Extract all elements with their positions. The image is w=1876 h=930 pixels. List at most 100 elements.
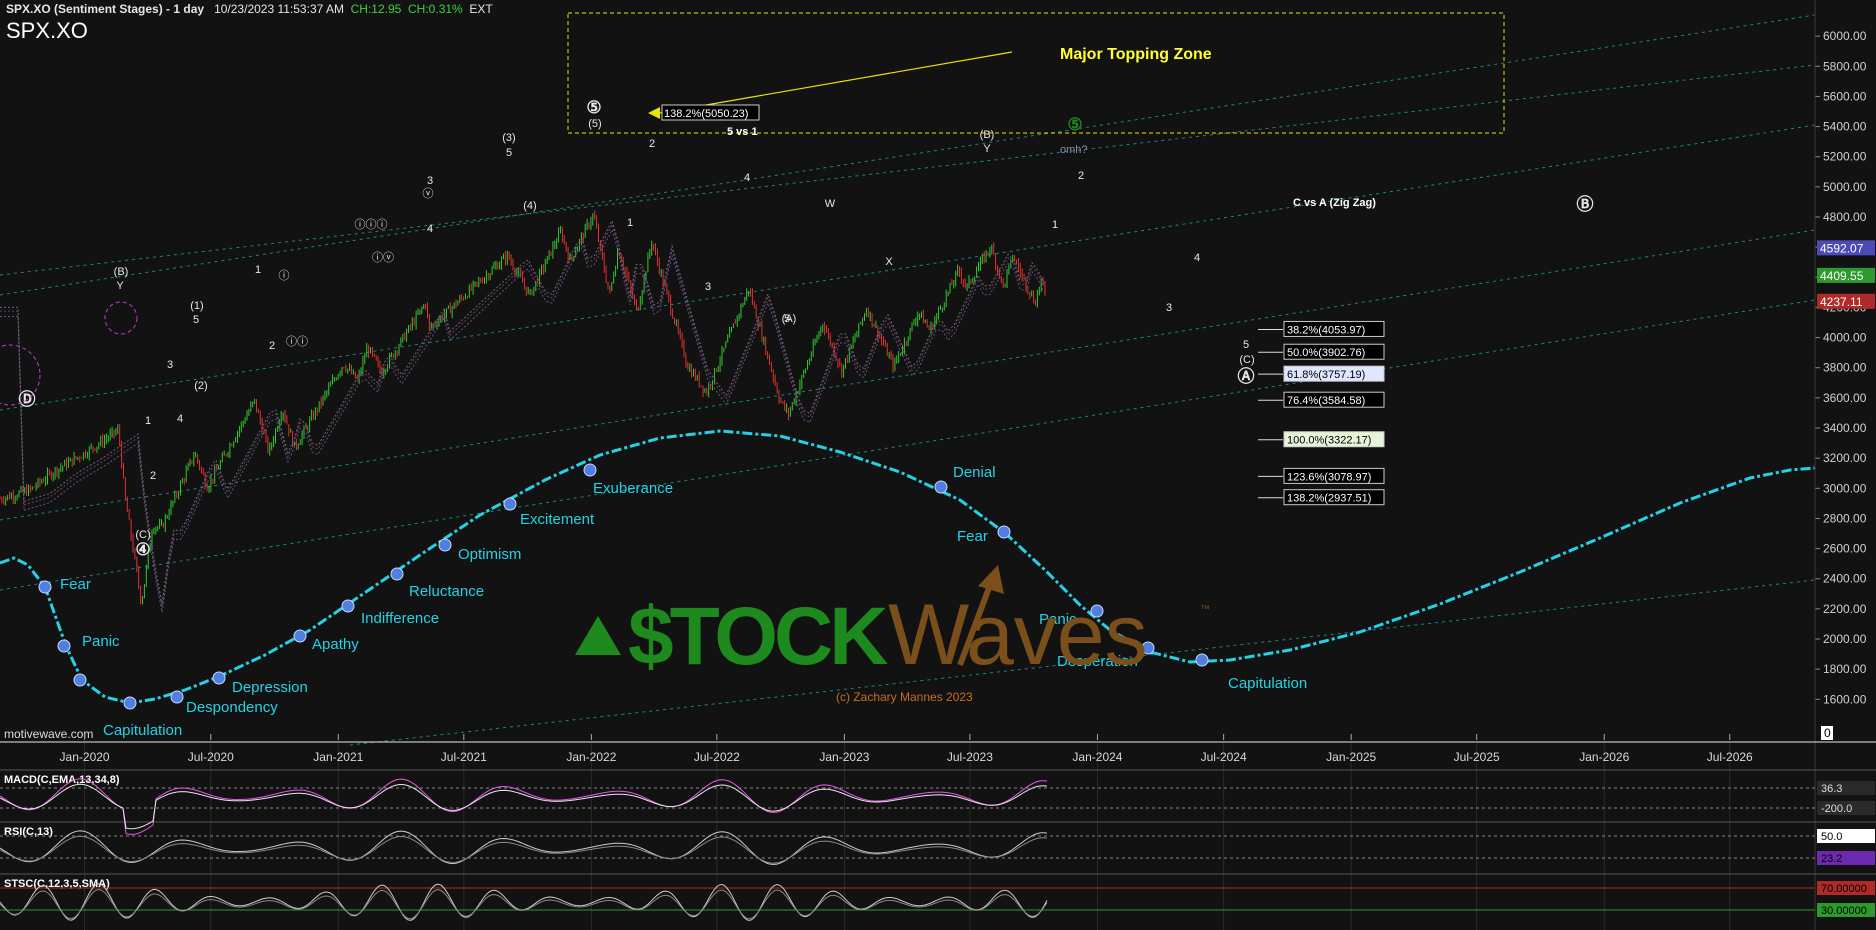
sentiment-label: Denial xyxy=(953,464,996,481)
y-tick-label: 2200.00 xyxy=(1823,602,1867,616)
wave-label: ⑤ xyxy=(586,98,601,117)
wave-label: Ⓓ xyxy=(19,389,36,409)
wave-label: 3 xyxy=(1166,302,1172,314)
wave-label: (1) xyxy=(190,300,203,312)
omh-label: omh? xyxy=(1060,144,1088,156)
sentiment-node xyxy=(390,567,404,581)
sentiment-node xyxy=(38,580,52,594)
sentiment-label: Excitement xyxy=(520,511,595,528)
wave-label: (B) xyxy=(980,129,995,141)
sentiment-label: Exuberance xyxy=(593,480,673,497)
wave-label: 4 xyxy=(427,223,433,235)
wave-label: 1 xyxy=(255,264,261,276)
wave-label: Ⓑ xyxy=(1577,194,1594,214)
wave-label: (4) xyxy=(523,200,536,212)
logo-triangle xyxy=(575,616,621,655)
y-tick-label: 2600.00 xyxy=(1823,542,1867,556)
wave-label: X xyxy=(885,256,893,268)
wave-label: Ⓐ xyxy=(1238,366,1255,386)
wave-label: 4 xyxy=(744,172,750,184)
indicator-value: 70.00000 xyxy=(1821,883,1867,895)
wave-label: (A) xyxy=(782,313,797,325)
target-line xyxy=(659,51,1013,114)
wave-label: (2) xyxy=(194,380,207,392)
y-tick-label: 2800.00 xyxy=(1823,511,1867,525)
y-tick-label: 5800.00 xyxy=(1823,59,1867,73)
logo-text-green: $TOCK xyxy=(628,591,888,682)
x-tick-label: Jan-2025 xyxy=(1326,750,1376,764)
x-tick-label: Jul-2022 xyxy=(694,750,740,764)
y-tick-label: 3400.00 xyxy=(1823,421,1867,435)
indicator-value: -200.0 xyxy=(1821,803,1852,815)
sentiment-label: Despondency xyxy=(186,699,278,716)
y-tick-label: 3000.00 xyxy=(1823,481,1867,495)
sentiment-node xyxy=(1195,653,1209,667)
sentiment-label: Capitulation xyxy=(103,722,182,739)
price-chart[interactable]: Major Topping Zone 138.2%(5050.23) 5 vs 1 o… xyxy=(0,0,1876,930)
indicator-panes: MACD(C,EMA,13,34,8)36.3-200.0RSI(C,13) 50… xyxy=(0,0,1876,930)
sentiment-label: Fear xyxy=(60,576,91,593)
indicator-name: MACD(C,EMA,13,34,8) xyxy=(4,774,120,786)
x-tick-label: Jan-2020 xyxy=(60,750,110,764)
date-axis[interactable]: Jan-2020 Jul-2020 Jan-2021 Jul-2021 Jan-2022… xyxy=(60,734,1754,930)
wave-label: 2 xyxy=(150,470,156,482)
sentiment-label: Capitulation xyxy=(1228,675,1307,692)
x-tick-label: Jul-2025 xyxy=(1454,750,1500,764)
sentiment-label: Apathy xyxy=(312,636,359,653)
wave-label: Y xyxy=(116,280,124,292)
y-tick-label: 1800.00 xyxy=(1823,662,1867,676)
x-tick-label: Jul-2024 xyxy=(1201,750,1247,764)
y-tick-label: 3600.00 xyxy=(1823,391,1867,405)
wave-label: 1 xyxy=(145,415,151,427)
sentiment-node xyxy=(341,599,355,613)
sentiment-label: Indifference xyxy=(361,610,439,627)
indicator-line xyxy=(0,778,1048,835)
fib-label: 61.8%(3757.19) xyxy=(1287,369,1365,381)
sentiment-label: Fear xyxy=(957,528,988,545)
fib-label: 50.0%(3902.76) xyxy=(1287,347,1365,359)
target-arrow xyxy=(648,107,660,119)
sentiment-node xyxy=(212,671,226,685)
moving-average xyxy=(0,228,1045,613)
fib-label: 123.6%(3078.97) xyxy=(1287,471,1371,483)
sentiment-node xyxy=(934,480,948,494)
sentiment-node xyxy=(503,497,517,511)
fib-levels: C vs A (Zig Zag) 38.2%(4053.97) 50.0%(3902… xyxy=(1258,197,1385,506)
fib-label: 76.4%(3584.58) xyxy=(1287,395,1365,407)
wave-label: 2 xyxy=(269,340,275,352)
x-tick-label: Jan-2026 xyxy=(1579,750,1629,764)
x-tick-label: Jul-2021 xyxy=(441,750,487,764)
y-tick-label: 3800.00 xyxy=(1823,361,1867,375)
fib-label: 138.2%(2937.51) xyxy=(1287,493,1371,505)
sentiment-cycle: FearPanicDesperationCapitulationDesponde… xyxy=(0,429,1816,739)
sentiment-node xyxy=(583,463,597,477)
indicator-value: 30.00000 xyxy=(1821,905,1867,917)
channel-line xyxy=(0,14,1816,296)
sentiment-label: Depression xyxy=(232,679,308,696)
sentiment-node xyxy=(293,629,307,643)
wave-label: 1 xyxy=(1052,219,1058,231)
channel-line xyxy=(0,64,1816,276)
y-zero-label: 0 xyxy=(1824,726,1831,740)
five-vs-one-label: 5 vs 1 xyxy=(727,126,758,138)
logo-text-brown: Waves xyxy=(888,587,1148,683)
y-tick-label: 4000.00 xyxy=(1823,331,1867,345)
sentiment-node xyxy=(438,538,452,552)
wave-label: ④ xyxy=(135,540,150,559)
x-tick-label: Jul-2026 xyxy=(1707,750,1753,764)
x-tick-label: Jan-2021 xyxy=(313,750,363,764)
sentiment-node xyxy=(73,673,87,687)
y-tick-label: 5000.00 xyxy=(1823,180,1867,194)
price-tag-label: 4592.07 xyxy=(1820,241,1864,255)
price-candles xyxy=(0,210,1046,613)
y-tick-label: 3200.00 xyxy=(1823,451,1867,465)
wave-label: ⓘ xyxy=(279,269,290,282)
y-tick-label: 5600.00 xyxy=(1823,89,1867,103)
wave-label: (C) xyxy=(1239,354,1254,366)
x-tick-label: Jul-2023 xyxy=(947,750,993,764)
price-axis[interactable]: 6000.00 5800.00 5600.00 5400.00 5200.00 5000.… xyxy=(1815,29,1875,740)
wave-label: W xyxy=(825,198,836,210)
wave-label: 3 xyxy=(705,281,711,293)
wave-label: ⓘⓘⓘ xyxy=(355,218,388,231)
wave-label: 2 xyxy=(649,138,655,150)
